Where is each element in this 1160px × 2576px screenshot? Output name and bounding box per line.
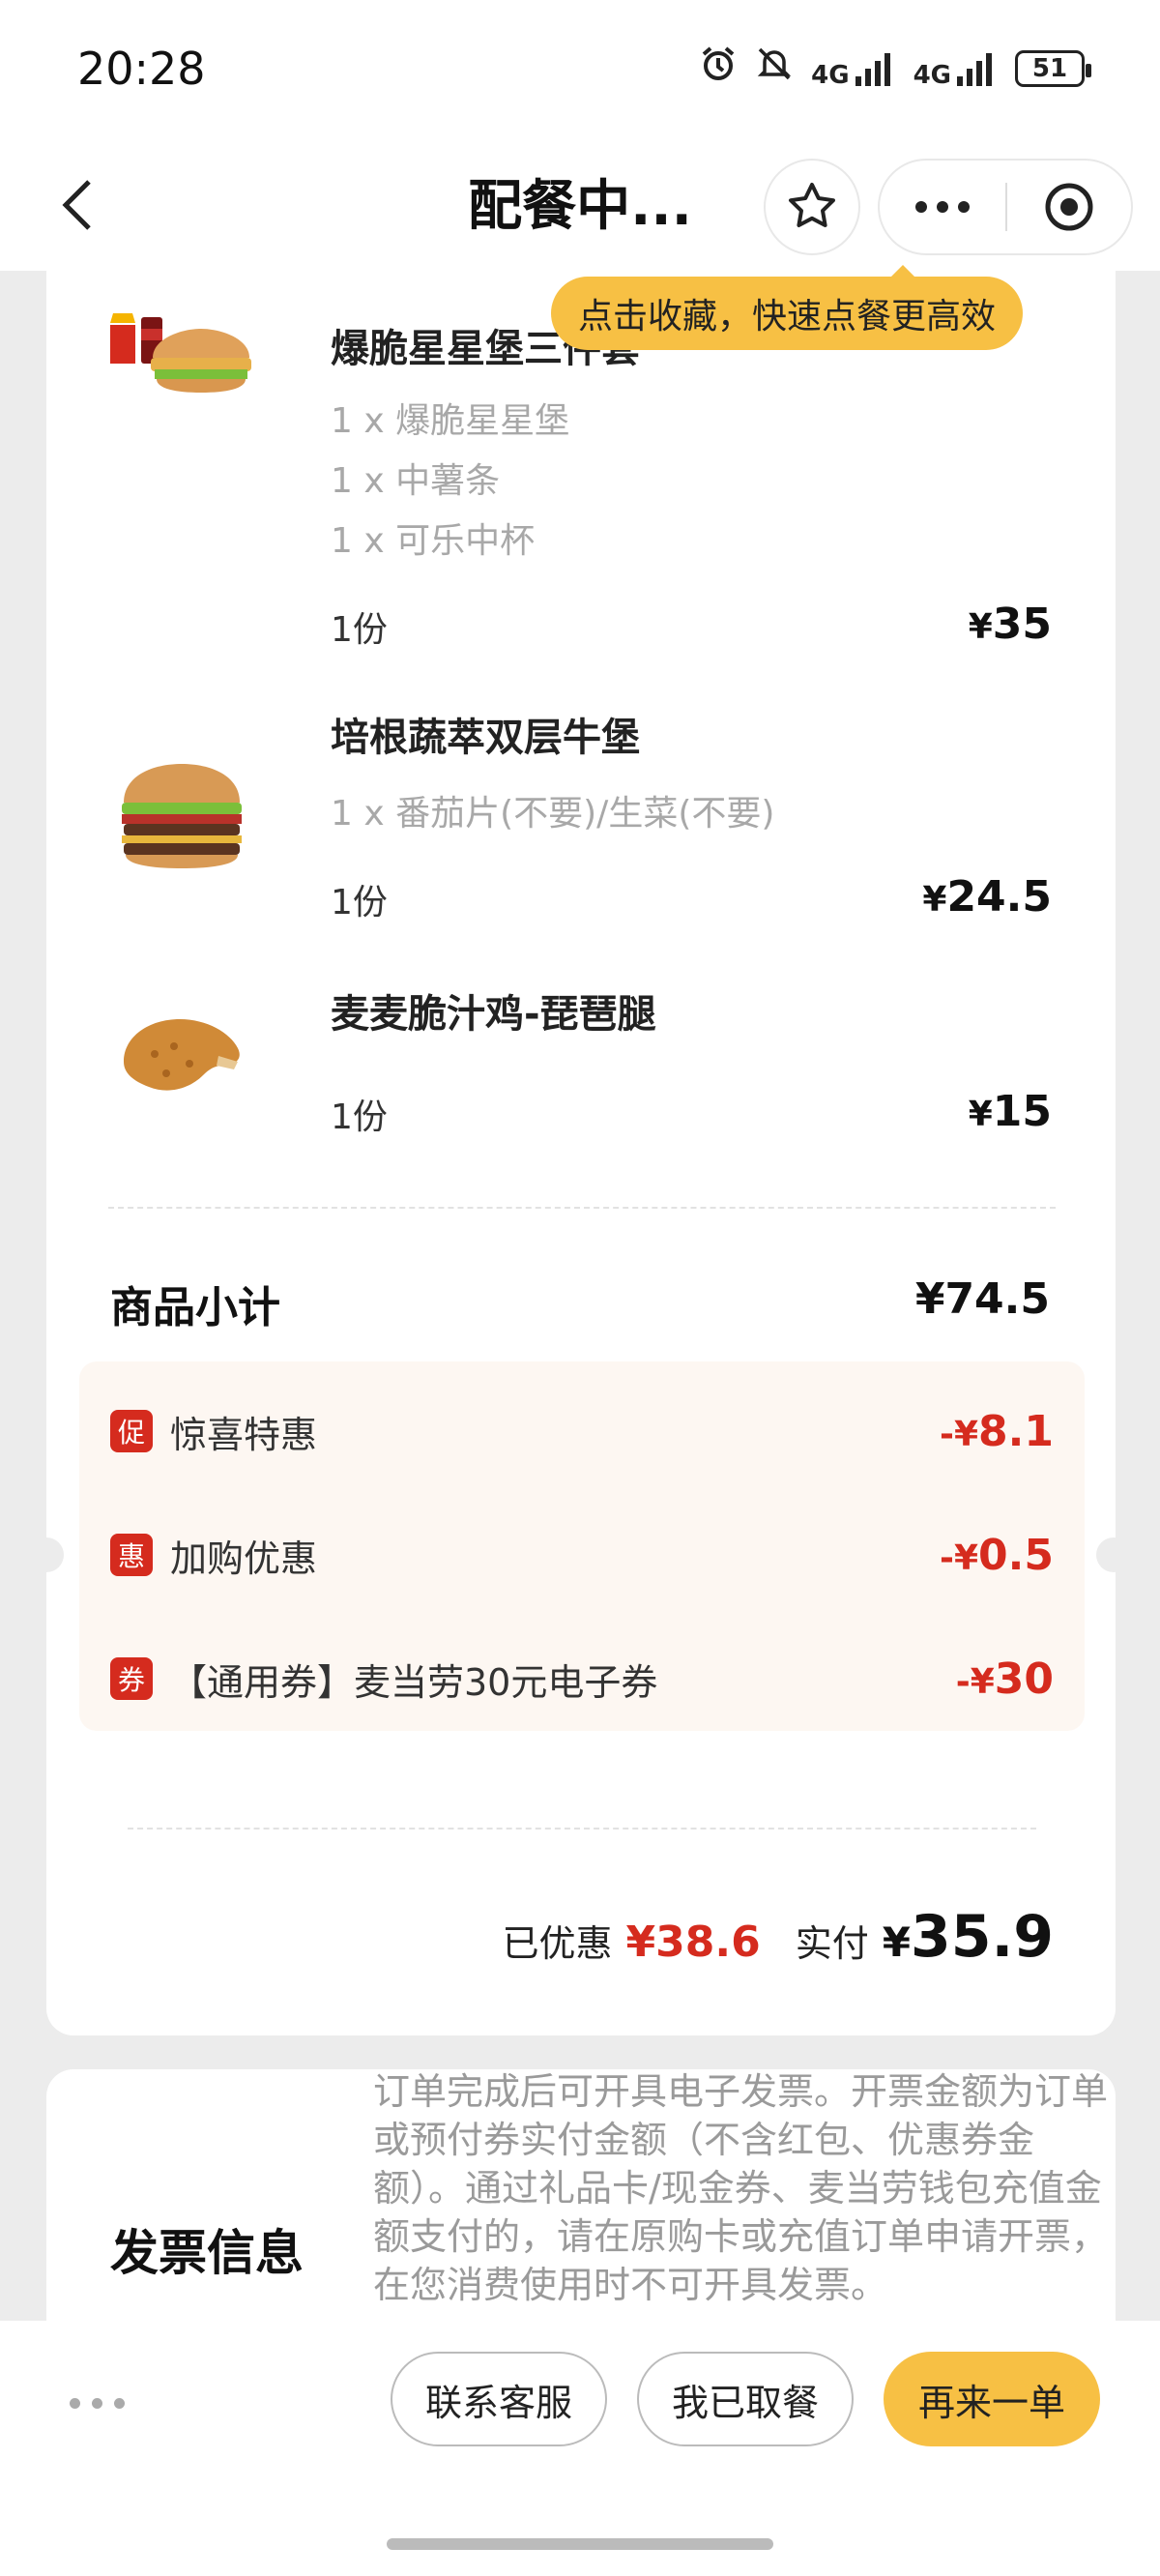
subtotal-amount: 74.5 (944, 1274, 1050, 1324)
signal-bars-icon (957, 52, 992, 86)
invoice-description: 订单完成后可开具电子发票。开票金额为订单或预付券实付金额（不含红包、优惠券金额）… (373, 2070, 1109, 2306)
signal-bars-icon (855, 52, 890, 86)
picked-up-button[interactable]: 我已取餐 (637, 2352, 854, 2446)
subtotal-label: 商品小计 (110, 1283, 280, 1332)
discount-amount: -¥8.1 (940, 1407, 1054, 1456)
contact-service-button[interactable]: 联系客服 (391, 2352, 607, 2446)
mute-bell-icon (755, 44, 794, 92)
discount-row: 惠 加购优惠 -¥0.5 (110, 1526, 1054, 1584)
star-icon (789, 183, 835, 227)
paid-value: 35.9 (910, 1903, 1054, 1971)
currency-symbol: ¥ (882, 1918, 911, 1966)
discount-label: 加购优惠 (170, 1537, 318, 1580)
reorder-button[interactable]: 再来一单 (884, 2352, 1100, 2446)
battery-icon: 51 (1015, 49, 1091, 87)
invoice-card: 发票信息 订单完成后可开具电子发票。开票金额为订单或预付券实付金额（不含红包、优… (46, 2069, 1116, 2321)
item-name: 麦麦脆汁鸡-琵琶腿 (331, 992, 656, 1037)
signal-1: 4G (811, 49, 895, 88)
favorite-button[interactable] (764, 159, 860, 255)
more-actions-button[interactable] (70, 2398, 125, 2409)
price-value: 15 (992, 1087, 1052, 1136)
item-option: 1 x 番茄片(不要)/生菜(不要) (331, 794, 775, 834)
more-dot-icon (70, 2398, 80, 2409)
coupon-badge-icon: 券 (110, 1657, 153, 1700)
home-indicator[interactable] (387, 2538, 773, 2550)
item-name: 培根蔬萃双层牛堡 (331, 716, 640, 760)
price-value: 35 (992, 600, 1052, 649)
discount-amount: -¥0.5 (940, 1531, 1054, 1580)
combo-image (104, 290, 259, 445)
item-option: 1 x 爆脆星星堡 (331, 401, 570, 441)
signal-2: 4G (914, 49, 998, 88)
discount-value: 8.1 (978, 1406, 1054, 1456)
discount-row: 券 【通用券】麦当劳30元电子券 -¥30 (110, 1650, 1054, 1708)
total-summary: 已优惠 ¥38.6 实付 ¥35.9 (503, 1903, 1055, 1971)
currency-symbol: ¥ (968, 1095, 993, 1134)
back-button[interactable] (39, 166, 116, 244)
battery-level: 51 (1031, 53, 1068, 83)
saved-amount: ¥38.6 (625, 1917, 761, 1967)
tooltip-text: 点击收藏，快速点餐更高效 (578, 297, 997, 337)
discount-label: 【通用券】麦当劳30元电子券 (170, 1660, 658, 1704)
item-price: ¥24.5 (922, 872, 1052, 922)
more-button[interactable] (880, 161, 1005, 253)
burger-image (104, 735, 259, 890)
item-quantity: 1份 (331, 883, 388, 922)
close-miniprogram-button[interactable] (1007, 180, 1131, 234)
item-quantity: 1份 (331, 1098, 388, 1137)
paid-label: 实付 (795, 1922, 869, 1965)
card-notch-right (1096, 1537, 1131, 1572)
invoice-title: 发票信息 (110, 2225, 304, 2281)
item-price: ¥35 (969, 600, 1052, 649)
bottom-action-bar: 联系客服 我已取餐 再来一单 (0, 2321, 1160, 2576)
discount-row: 促 惊喜特惠 -¥8.1 (110, 1402, 1054, 1460)
item-option: 1 x 可乐中杯 (331, 521, 536, 561)
currency-symbol: ¥ (914, 1274, 945, 1324)
saved-label: 已优惠 (502, 1922, 613, 1965)
status-icons: 4G 4G 51 (699, 44, 1091, 92)
item-quantity: 1份 (331, 610, 388, 650)
nav-bar: 配餐中... (0, 145, 1160, 271)
order-item: 麦麦脆汁鸡-琵琶腿 1份 ¥15 (46, 979, 1116, 1162)
currency-symbol: ¥ (922, 880, 947, 920)
currency-symbol: ¥ (968, 607, 993, 647)
discount-prefix: -¥ (940, 1414, 979, 1454)
item-price: ¥15 (969, 1087, 1052, 1136)
status-bar: 20:28 4G 4G 51 (0, 0, 1160, 145)
divider (128, 1828, 1036, 1830)
mini-program-capsule (878, 159, 1133, 255)
item-option: 1 x 中薯条 (331, 461, 501, 501)
paid-amount: ¥35.9 (883, 1903, 1054, 1971)
discount-badge-icon: 惠 (110, 1534, 153, 1576)
discount-amount: -¥30 (956, 1654, 1054, 1704)
more-dot-icon (915, 201, 927, 213)
discount-prefix: -¥ (940, 1537, 979, 1578)
price-value: 24.5 (946, 872, 1052, 922)
more-dot-icon (114, 2398, 125, 2409)
discount-label: 惊喜特惠 (170, 1413, 318, 1456)
discount-value: 0.5 (978, 1530, 1054, 1580)
more-dot-icon (92, 2398, 102, 2409)
subtotal-value: ¥74.5 (915, 1274, 1050, 1324)
status-time: 20:28 (77, 43, 206, 95)
discount-prefix: -¥ (955, 1661, 995, 1702)
target-close-icon (1045, 183, 1093, 231)
order-item: 培根蔬萃双层牛堡 1 x 番茄片(不要)/生菜(不要) 1份 ¥24.5 (46, 706, 1116, 928)
more-dot-icon (937, 201, 948, 213)
chicken-image (104, 979, 259, 1133)
more-dot-icon (958, 201, 970, 213)
network-type-label: 4G (913, 60, 951, 90)
chevron-left-icon (62, 180, 91, 230)
divider (108, 1207, 1056, 1209)
promo-badge-icon: 促 (110, 1410, 153, 1452)
discount-value: 30 (994, 1654, 1054, 1704)
discount-list: 促 惊喜特惠 -¥8.1 惠 加购优惠 -¥0.5 券 【通用券】麦当劳30元电… (79, 1361, 1085, 1731)
alarm-icon (699, 44, 738, 92)
favorite-tooltip[interactable]: 点击收藏，快速点餐更高效 (551, 265, 1024, 350)
card-notch-left (29, 1537, 64, 1572)
network-type-label: 4G (811, 60, 850, 90)
